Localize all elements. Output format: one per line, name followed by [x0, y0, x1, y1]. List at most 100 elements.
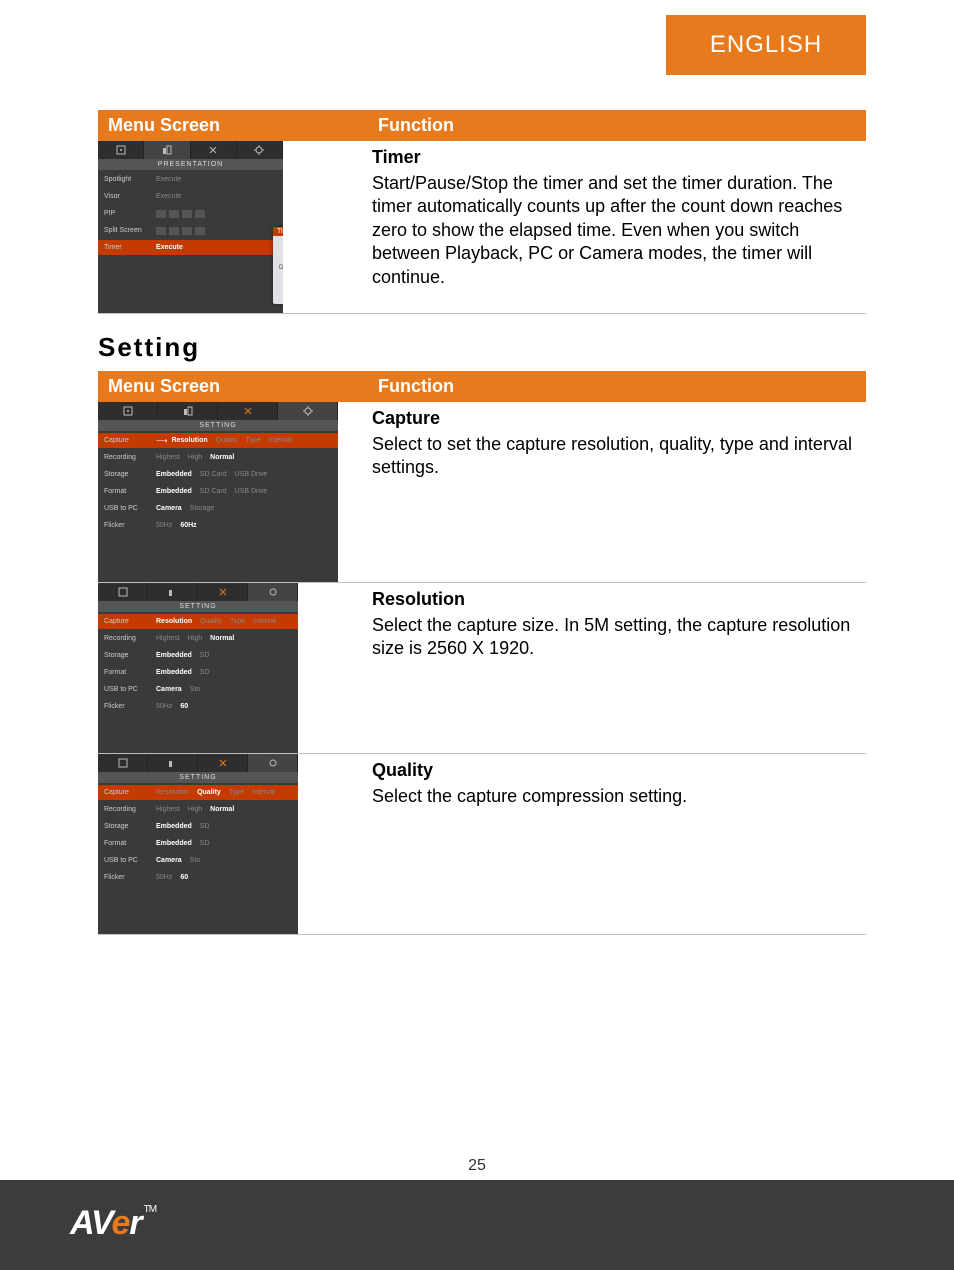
row-opt: Highest [156, 806, 180, 813]
shot-banner: SETTING [98, 772, 298, 783]
aver-logo: AVerTM [70, 1204, 156, 1243]
resolution-screenshot: SETTING CaptureResolution Quality Type Inte… [98, 583, 298, 753]
timer-title: Timer [372, 147, 866, 168]
row-label: USB to PC [104, 857, 156, 864]
page-content: Menu Screen Function PRESENTATION Spotli… [98, 110, 866, 935]
row-opt: 50Hz [156, 522, 172, 529]
row-opt: Execute [156, 193, 181, 200]
row-opt: SD Card [200, 471, 227, 478]
setting-heading: Setting [98, 332, 866, 363]
language-tab: ENGLISH [666, 15, 866, 75]
row-label: Recording [104, 635, 156, 642]
row-label: Capture [104, 789, 156, 796]
timer-table: Menu Screen Function PRESENTATION Spotli… [98, 110, 866, 314]
row-label: Format [104, 840, 156, 847]
row-label: Visor [104, 193, 156, 200]
row-opt: Embedded [156, 652, 192, 659]
row-opt: Embedded [156, 669, 192, 676]
header-function: Function [368, 371, 866, 402]
row-opt: Quality [197, 789, 221, 796]
row-label: Flicker [104, 522, 156, 529]
row-opt: 60Hz [180, 522, 196, 529]
row-opt: Embedded [156, 471, 192, 478]
row-opt: Interval [253, 618, 276, 625]
row-opt: Type [230, 618, 245, 625]
header-function: Function [368, 110, 866, 141]
row-label: Format [104, 488, 156, 495]
row-label: USB to PC [104, 505, 156, 512]
header-menu-screen: Menu Screen [98, 371, 368, 402]
capture-screenshot: SETTING Capture⟶ResolutionQualityTypeInt… [98, 402, 338, 582]
timer-body: Start/Pause/Stop the timer and set the t… [372, 172, 866, 289]
row-label: Timer [104, 244, 156, 251]
row-opt: 60 [180, 874, 188, 881]
capture-body: Select to set the capture resolution, qu… [372, 433, 866, 480]
row-label: Capture [104, 437, 156, 444]
setting-table: Menu Screen Function SETTING Capture⟶Res… [98, 371, 866, 935]
quality-screenshot: SETTING CaptureResolution Quality Type Inte… [98, 754, 298, 934]
row-opt: Type [245, 437, 260, 444]
row-opt: Sto [190, 857, 201, 864]
row-opt: Resolution [156, 618, 192, 625]
resolution-body: Select the capture size. In 5M setting, … [372, 614, 866, 661]
row-opt: Embedded [156, 823, 192, 830]
header-menu-screen: Menu Screen [98, 110, 368, 141]
row-opt: Highest [156, 454, 180, 461]
row-opt: Camera [156, 857, 182, 864]
row-opt: USB Drive [235, 471, 268, 478]
row-opt: SD Card [200, 488, 227, 495]
timer-screenshot-cell: PRESENTATION SpotlightExecute VisorExecu… [98, 141, 368, 314]
quality-body: Select the capture compression setting. [372, 785, 866, 808]
row-opt: 50Hz [156, 874, 172, 881]
row-opt: SD [200, 823, 210, 830]
row-opt: Interval [252, 789, 275, 796]
logo-post: r [129, 1204, 141, 1242]
row-opt: Normal [210, 454, 234, 461]
row-opt: Quality [216, 437, 238, 444]
resolution-title: Resolution [372, 589, 866, 610]
logo-tm: TM [144, 1204, 156, 1215]
shot-banner: PRESENTATION [98, 159, 283, 170]
row-opt: High [188, 635, 202, 642]
row-opt: High [188, 806, 202, 813]
footer: AVerTM [0, 1180, 954, 1270]
row-label: Storage [104, 823, 156, 830]
row-opt: Camera [156, 505, 182, 512]
row-opt: Embedded [156, 840, 192, 847]
row-opt: Normal [210, 806, 234, 813]
shot-banner: SETTING [98, 420, 338, 431]
duration-label: Duration [279, 265, 283, 271]
row-opt: Highest [156, 635, 180, 642]
row-label: Flicker [104, 703, 156, 710]
row-opt: 50Hz [156, 703, 172, 710]
page-number: 25 [0, 1157, 954, 1175]
row-opt: Camera [156, 686, 182, 693]
row-opt: Execute [156, 176, 181, 183]
popup-title: Timer [273, 227, 283, 236]
row-label: Recording [104, 454, 156, 461]
row-label: Format [104, 669, 156, 676]
row-opt: Embedded [156, 488, 192, 495]
row-opt: Interval [269, 437, 292, 444]
row-label: Storage [104, 471, 156, 478]
row-opt: Resolution [156, 789, 189, 796]
shot-banner: SETTING [98, 601, 298, 612]
row-label: Flicker [104, 874, 156, 881]
row-label: Capture [104, 618, 156, 625]
row-opt: Normal [210, 635, 234, 642]
row-label: Storage [104, 652, 156, 659]
row-label: Spotlight [104, 176, 156, 183]
logo-pre: AV [70, 1204, 111, 1242]
timer-screenshot: PRESENTATION SpotlightExecute VisorExecu… [98, 141, 283, 313]
row-opt: SD [200, 669, 210, 676]
row-opt: High [188, 454, 202, 461]
row-label: Split Screen [104, 227, 156, 234]
quality-title: Quality [372, 760, 866, 781]
row-label: USB to PC [104, 686, 156, 693]
row-opt: Storage [190, 505, 215, 512]
row-opt: Quality [200, 618, 222, 625]
row-opt: Type [229, 789, 244, 796]
row-label: Recording [104, 806, 156, 813]
capture-title: Capture [372, 408, 866, 429]
row-opt: Resolution [171, 437, 207, 444]
